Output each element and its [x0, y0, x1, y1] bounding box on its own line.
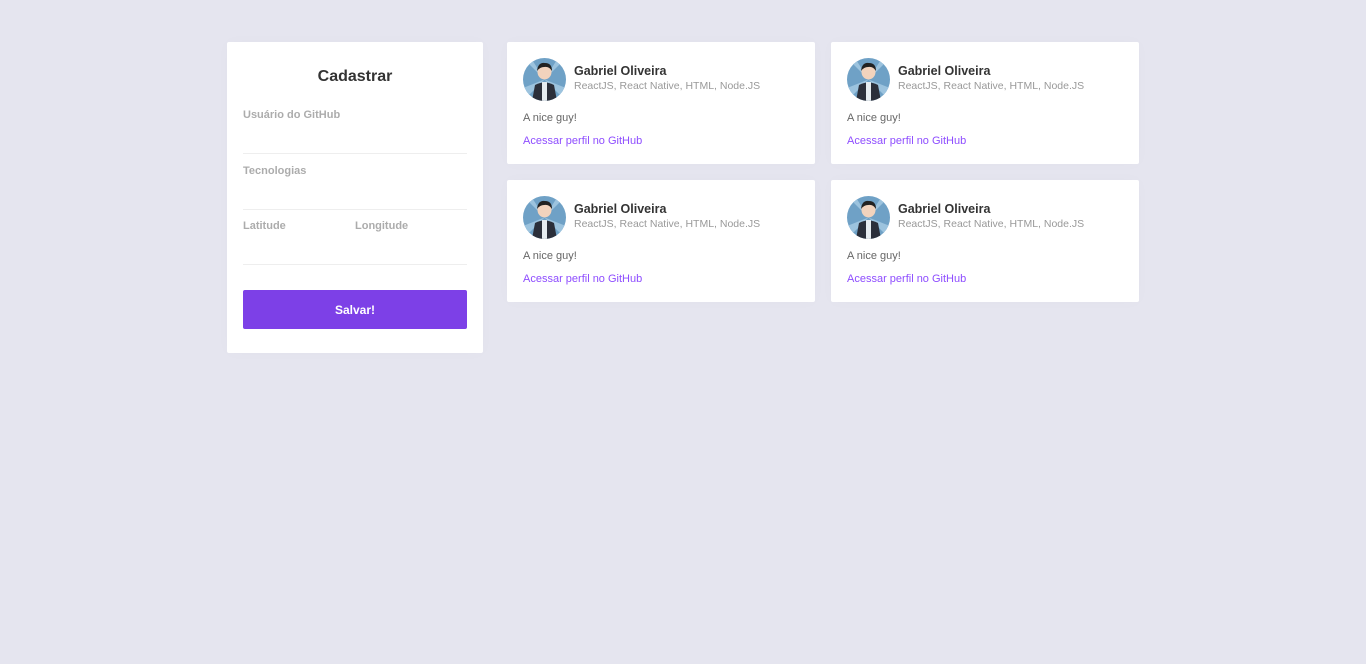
dev-card: Gabriel Oliveira ReactJS, React Native, … — [507, 180, 815, 302]
avatar-illustration-icon — [523, 58, 566, 101]
dev-list: Gabriel Oliveira ReactJS, React Native, … — [507, 42, 1139, 302]
github-username-input[interactable] — [243, 122, 467, 154]
dev-techs: ReactJS, React Native, HTML, Node.JS — [898, 80, 1085, 92]
dev-name: Gabriel Oliveira — [574, 202, 667, 216]
longitude-input[interactable] — [355, 233, 467, 265]
github-profile-link[interactable]: Acessar perfil no GitHub — [523, 135, 642, 147]
github-username-label: Usuário do GitHub — [243, 109, 341, 121]
dev-techs: ReactJS, React Native, HTML, Node.JS — [574, 80, 761, 92]
dev-card: Gabriel Oliveira ReactJS, React Native, … — [507, 42, 815, 164]
coordinates-group: Latitude Longitude — [243, 219, 467, 265]
user-info: Gabriel Oliveira ReactJS, React Native, … — [898, 63, 1084, 93]
form-title: Cadastrar — [317, 68, 393, 85]
longitude-label: Longitude — [355, 220, 409, 232]
github-profile-link[interactable]: Acessar perfil no GitHub — [847, 273, 966, 285]
dev-bio: A nice guy! — [847, 250, 901, 262]
dev-card-header: Gabriel Oliveira ReactJS, React Native, … — [847, 58, 1123, 101]
user-info: Gabriel Oliveira ReactJS, React Native, … — [574, 63, 760, 93]
dev-card-header: Gabriel Oliveira ReactJS, React Native, … — [523, 196, 799, 239]
dev-name: Gabriel Oliveira — [898, 64, 991, 78]
app-container: Cadastrar Usuário do GitHub Tecnologias … — [227, 42, 1139, 353]
dev-name: Gabriel Oliveira — [898, 202, 991, 216]
dev-name: Gabriel Oliveira — [574, 64, 667, 78]
github-username-block: Usuário do GitHub — [243, 108, 467, 154]
techs-input[interactable] — [243, 178, 467, 210]
register-sidebar: Cadastrar Usuário do GitHub Tecnologias … — [227, 42, 483, 353]
dev-bio: A nice guy! — [847, 112, 901, 124]
user-info: Gabriel Oliveira ReactJS, React Native, … — [574, 201, 760, 231]
dev-card-header: Gabriel Oliveira ReactJS, React Native, … — [847, 196, 1123, 239]
save-button[interactable]: Salvar! — [243, 290, 467, 329]
github-profile-link[interactable]: Acessar perfil no GitHub — [523, 273, 642, 285]
dev-card-header: Gabriel Oliveira ReactJS, React Native, … — [523, 58, 799, 101]
latitude-input[interactable] — [243, 233, 355, 265]
user-info: Gabriel Oliveira ReactJS, React Native, … — [898, 201, 1084, 231]
register-form: Usuário do GitHub Tecnologias Latitude L… — [243, 108, 467, 329]
dev-techs: ReactJS, React Native, HTML, Node.JS — [574, 218, 761, 230]
avatar-illustration-icon — [847, 58, 890, 101]
latitude-block: Latitude — [243, 219, 355, 265]
dev-card: Gabriel Oliveira ReactJS, React Native, … — [831, 42, 1139, 164]
avatar-illustration-icon — [523, 196, 566, 239]
github-profile-link[interactable]: Acessar perfil no GitHub — [847, 135, 966, 147]
avatar-illustration-icon — [847, 196, 890, 239]
dev-card: Gabriel Oliveira ReactJS, React Native, … — [831, 180, 1139, 302]
dev-bio: A nice guy! — [523, 112, 577, 124]
dev-techs: ReactJS, React Native, HTML, Node.JS — [898, 218, 1085, 230]
longitude-block: Longitude — [355, 219, 467, 265]
form-fields: Usuário do GitHub Tecnologias Latitude L… — [243, 108, 467, 265]
latitude-label: Latitude — [243, 220, 286, 232]
dev-list-main: Gabriel Oliveira ReactJS, React Native, … — [507, 42, 1139, 302]
techs-block: Tecnologias — [243, 164, 467, 210]
dev-bio: A nice guy! — [523, 250, 577, 262]
techs-label: Tecnologias — [243, 165, 307, 177]
